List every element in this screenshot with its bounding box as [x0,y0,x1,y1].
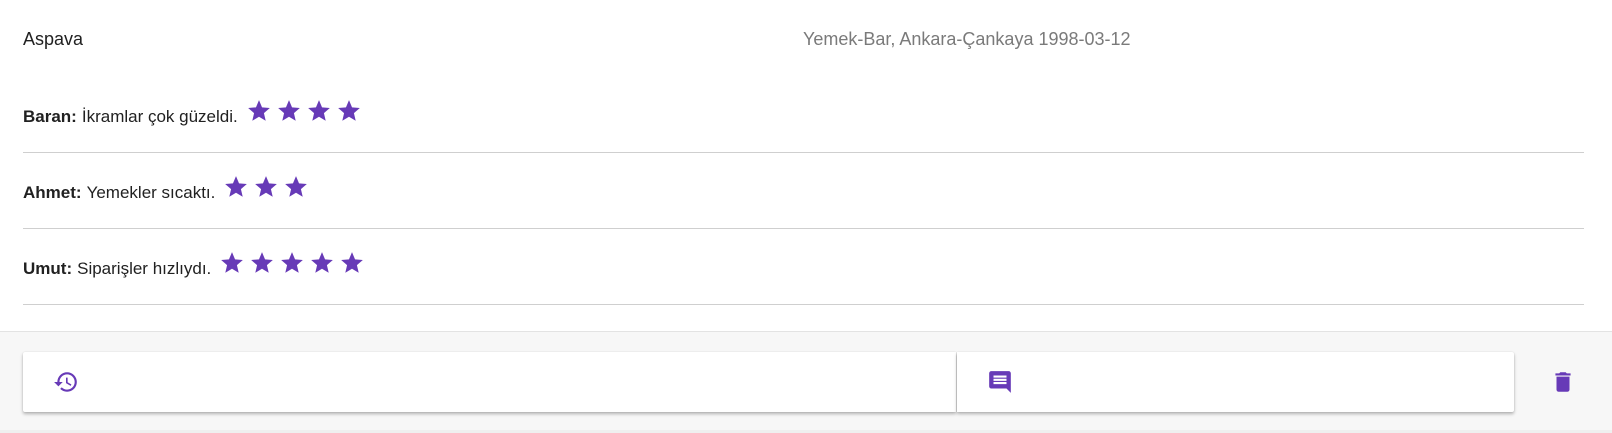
star-icon [285,175,308,197]
star-icon [337,99,360,121]
review-author: Umut: [23,258,73,278]
star-rating [246,98,362,124]
star-icon [281,251,304,273]
history-icon [54,372,77,392]
review-item: Baran: İkramlar çok güzeldi. [23,77,1584,153]
restaurant-card: Aspava Yemek-Bar, Ankara-Çankaya 1998-03… [0,0,1612,331]
review-author: Baran: [23,106,77,126]
review-text: İkramlar çok güzeldi. [81,106,238,126]
review-author: Ahmet: [23,182,82,202]
history-button[interactable] [23,352,956,412]
star-icon [341,251,364,273]
comment-button[interactable] [957,352,1514,412]
star-icon [221,251,244,273]
review-text: Siparişler hızlıydı. [77,258,212,278]
star-icon [247,99,270,121]
comment-icon [989,371,1011,393]
star-icon [311,251,334,273]
star-icon [277,99,300,121]
review-item: Umut: Siparişler hızlıydı. [23,229,1584,305]
star-icon [225,175,248,197]
star-icon [251,251,274,273]
review-list: Baran: İkramlar çok güzeldi. Ahmet: Yeme… [23,77,1584,305]
review-text: Yemekler sıcaktı. [86,182,216,202]
trash-icon[interactable] [1550,368,1576,396]
star-icon [307,99,330,121]
restaurant-name: Aspava [23,29,84,49]
review-item: Ahmet: Yemekler sıcaktı. [23,153,1584,229]
star-icon [255,175,278,197]
star-rating [223,174,309,200]
star-rating [219,250,365,276]
restaurant-meta: Yemek-Bar, Ankara-Çankaya 1998-03-12 [803,29,1131,49]
